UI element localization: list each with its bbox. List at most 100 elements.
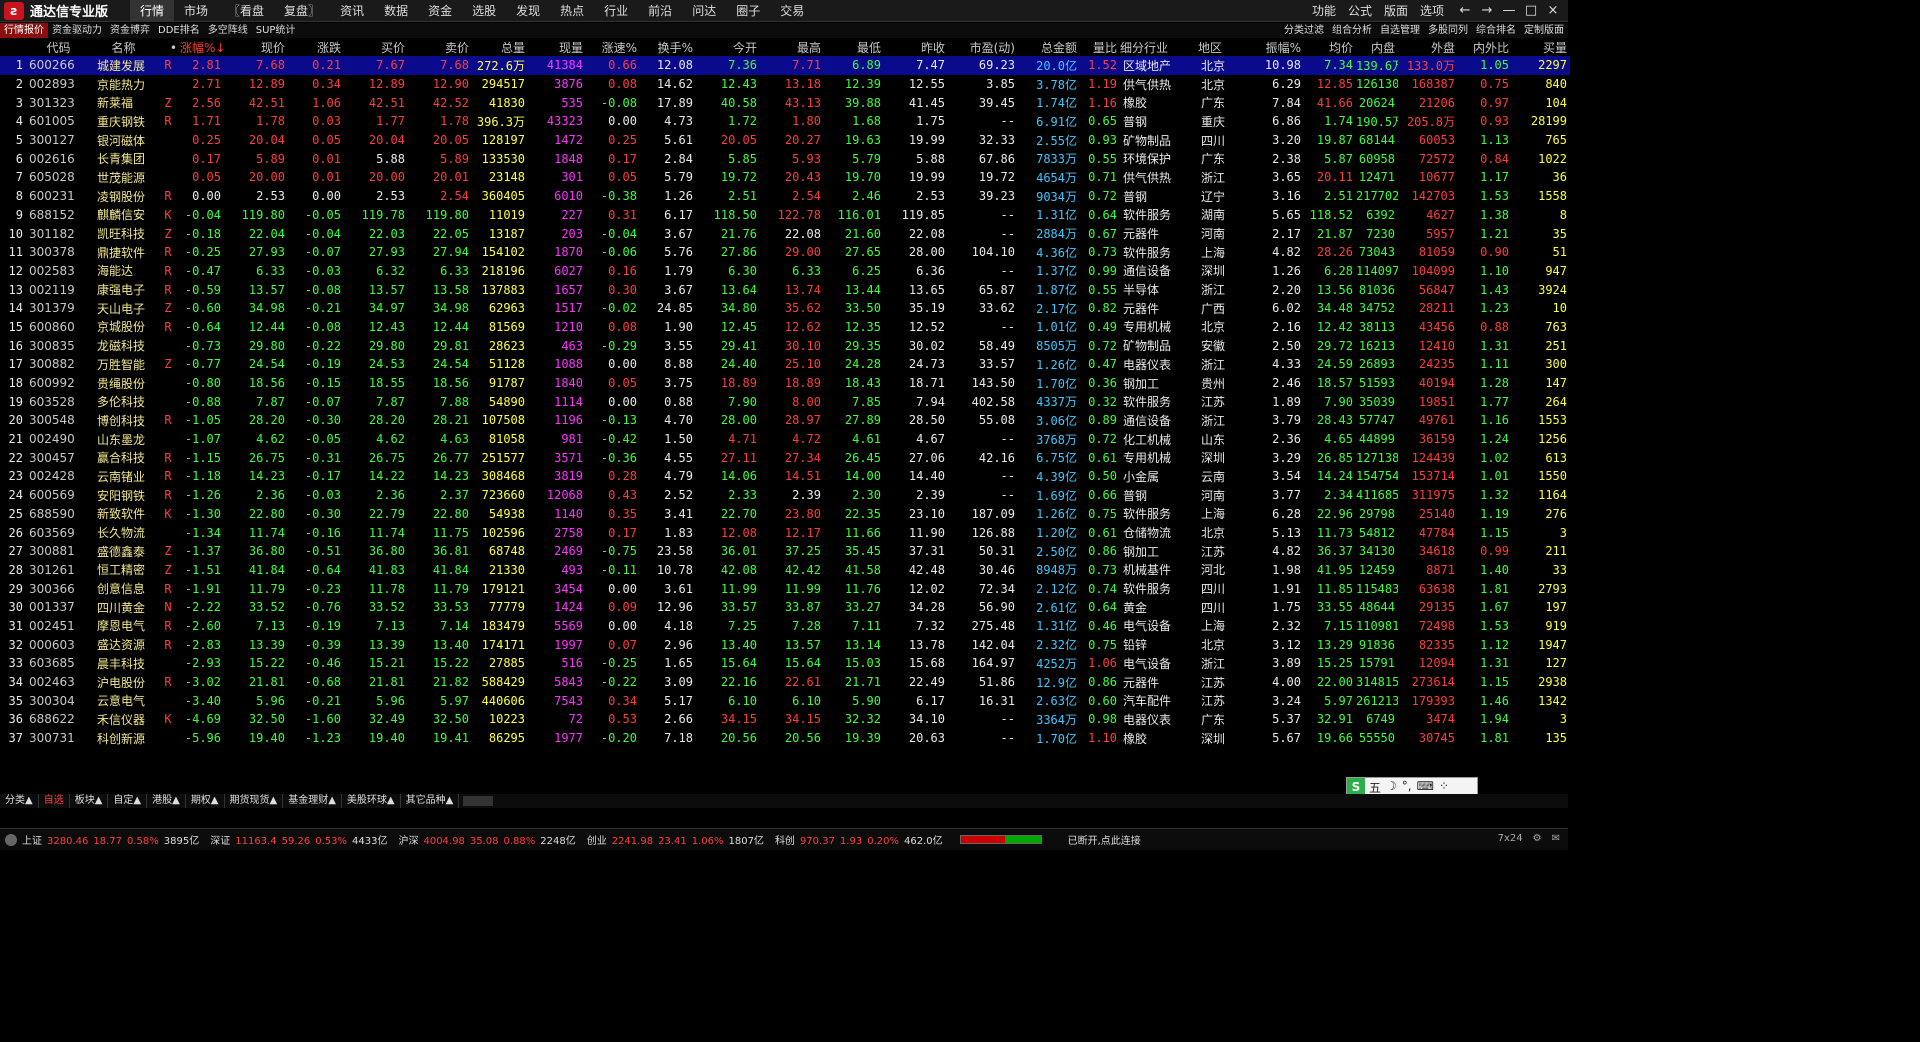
column-header[interactable]: 换手% [640,39,696,56]
menu-item-14[interactable]: 交易 [770,0,814,22]
column-header[interactable]: 涨速% [586,39,640,56]
column-header[interactable]: 买价 [344,39,408,56]
tab-1[interactable]: 资金驱动力 [48,23,106,38]
tab-right-3[interactable]: 多股同列 [1424,23,1472,38]
column-header[interactable]: 买量 [1512,39,1570,56]
back-icon[interactable]: ← [1454,0,1476,22]
menu-item-6[interactable]: 资金 [418,0,462,22]
tab-3[interactable]: DDE排名 [154,23,204,38]
table-row[interactable]: 22 300457 赢合科技 R -1.15 26.75 -0.31 26.75 26.77 25… [0,448,1570,467]
bottom-tab-3[interactable]: 自定▲ [108,794,148,808]
table-row[interactable]: 8 600231 凌钢股份 R 0.00 2.53 0.00 2.53 2.54 360405 60… [0,187,1570,206]
index-summary[interactable]: 创业 2241.98 23.41 1.06% 1807亿 [587,832,769,847]
tab-2[interactable]: 资金博弈 [106,23,154,38]
ime-mode-icon[interactable]: 五 [1369,779,1381,796]
moon-icon[interactable]: ☽ [1386,779,1397,796]
table-row[interactable]: 6 002616 长青集团 0.17 5.89 0.01 5.88 5.89 133530 184… [0,149,1570,168]
menu-item-10[interactable]: 行业 [594,0,638,22]
grid-icon[interactable]: ⁘ [1439,779,1449,796]
maximize-icon[interactable]: □ [1520,0,1542,22]
keyboard-icon[interactable]: ⌨ [1417,779,1434,796]
tab-right-4[interactable]: 综合排名 [1472,23,1520,38]
tab-right-5[interactable]: 定制版面 [1520,23,1568,38]
column-header[interactable] [0,39,26,56]
column-header[interactable]: 代码 [26,39,94,56]
tab-4[interactable]: 多空阵线 [204,23,252,38]
index-summary[interactable]: 上证 3280.46 18.77 0.58% 3895亿 [22,832,204,847]
bottom-tab-2[interactable]: 板块▲ [70,794,109,808]
column-header[interactable]: 振幅% [1248,39,1304,56]
tab-right-1[interactable]: 组合分析 [1328,23,1376,38]
column-header[interactable]: 内外比 [1458,39,1512,56]
menu-item-7[interactable]: 选股 [462,0,506,22]
table-row[interactable]: 27 300881 盛德鑫泰 Z -1.37 36.80 -0.51 36.80 36.81 68… [0,542,1570,561]
table-row[interactable]: 17 300882 万胜智能 Z -0.77 24.54 -0.19 24.53 24.54 51… [0,355,1570,374]
menu-item-4[interactable]: 资讯 [330,0,374,22]
menu-item-2[interactable]: 〖看盘 [218,0,274,22]
table-row[interactable]: 15 600860 京城股份 R -0.64 12.44 -0.08 12.43 12.44 81… [0,318,1570,337]
table-row[interactable]: 19 603528 多伦科技 -0.88 7.87 -0.07 7.87 7.88 54890 1… [0,392,1570,411]
table-row[interactable]: 24 600569 安阳钢铁 R -1.26 2.36 -0.03 2.36 2.37 72366… [0,486,1570,505]
right-menu-item-1[interactable]: 公式 [1342,0,1378,22]
bottom-tab-5[interactable]: 期权▲ [186,794,225,808]
table-row[interactable]: 3 301323 新莱福 Z 2.56 42.51 1.06 42.51 42.52 41830 5… [0,93,1570,112]
minimize-icon[interactable]: — [1498,0,1520,22]
table-row[interactable]: 20 300548 博创科技 R -1.05 28.20 -0.30 28.20 28.21 10… [0,411,1570,430]
menu-circle-icon[interactable] [5,833,17,846]
column-header[interactable]: 涨幅%↓ [180,39,224,56]
index-summary[interactable]: 深证 11163.4 59.26 0.53% 4433亿 [210,832,392,847]
column-header[interactable]: 量比 [1080,39,1120,56]
menu-item-11[interactable]: 前沿 [638,0,682,22]
table-row[interactable]: 28 301261 恒工精密 Z -1.51 41.84 -0.64 41.83 41.84 21… [0,561,1570,580]
bottom-tab-7[interactable]: 基金理财▲ [283,794,342,808]
forward-icon[interactable]: → [1476,0,1498,22]
column-header[interactable]: 内盘 [1356,39,1398,56]
bottom-tab-8[interactable]: 美股环球▲ [342,794,401,808]
table-row[interactable]: 7 605028 世茂能源 0.05 20.00 0.01 20.00 20.01 23148 3… [0,168,1570,187]
table-row[interactable]: 25 688590 新致软件 K -1.30 22.80 -0.30 22.79 22.80 54… [0,505,1570,524]
right-menu-item-2[interactable]: 版面 [1378,0,1414,22]
table-row[interactable]: 16 300835 龙磁科技 -0.73 29.80 -0.22 29.80 29.81 286… [0,336,1570,355]
column-header[interactable]: 最高 [760,39,824,56]
table-row[interactable]: 35 300304 云意电气 -3.40 5.96 -0.21 5.96 5.97 440606… [0,691,1570,710]
close-icon[interactable]: × [1542,0,1564,22]
menu-item-12[interactable]: 问达 [682,0,726,22]
menu-item-5[interactable]: 数据 [374,0,418,22]
column-header[interactable]: 现量 [528,39,586,56]
settings-icon[interactable]: ⚙ [1533,833,1542,844]
column-header[interactable]: 细分行业 [1120,39,1198,56]
column-header[interactable]: 名称 [94,39,156,56]
column-header[interactable]: 总金额 [1018,39,1080,56]
table-row[interactable]: 10 301182 凯旺科技 Z -0.18 22.04 -0.04 22.03 22.05 13… [0,224,1570,243]
menu-item-1[interactable]: 市场 [174,0,218,22]
menu-item-8[interactable]: 发现 [506,0,550,22]
table-row[interactable]: 32 000603 盛达资源 R -2.83 13.39 -0.39 13.39 13.40 17… [0,635,1570,654]
tab-0[interactable]: 行情报价 [0,23,48,38]
column-header[interactable]: 最低 [824,39,884,56]
column-header[interactable]: 今开 [696,39,760,56]
punctuation-icon[interactable]: °, [1402,779,1412,796]
column-header[interactable]: 地区 [1198,39,1248,56]
index-summary[interactable]: 科创 970.37 1.93 0.20% 462.0亿 [775,832,948,847]
column-header[interactable]: 外盘 [1398,39,1458,56]
bottom-tab-9[interactable]: 其它品种▲ [401,794,460,808]
bottom-tab-1[interactable]: 自选 [39,794,70,808]
menu-item-13[interactable]: 圈子 [726,0,770,22]
table-row[interactable]: 31 002451 摩恩电气 R -2.60 7.13 -0.19 7.13 7.14 18347… [0,617,1570,636]
table-row[interactable]: 4 601005 重庆钢铁 R 1.71 1.78 0.03 1.77 1.78 396.3万 43… [0,112,1570,131]
tab-right-0[interactable]: 分类过滤 [1280,23,1328,38]
table-row[interactable]: 13 002119 康强电子 R -0.59 13.57 -0.08 13.57 13.58 13… [0,280,1570,299]
right-menu-item-0[interactable]: 功能 [1306,0,1342,22]
table-row[interactable]: 9 688152 麒麟信安 K -0.04 119.80 -0.05 119.78 119.80… [0,206,1570,225]
column-header[interactable]: 卖价 [408,39,472,56]
column-header[interactable]: 现价 [224,39,288,56]
table-row[interactable]: 34 002463 沪电股份 R -3.02 21.81 -0.68 21.81 21.82 58… [0,673,1570,692]
column-header[interactable]: 市盈(动) [948,39,1018,56]
chat-icon[interactable]: ✉ [1552,833,1560,844]
column-header[interactable]: 总量 [472,39,528,56]
table-row[interactable]: 29 300366 创意信息 R -1.91 11.79 -0.23 11.78 11.79 17… [0,579,1570,598]
column-header[interactable]: • [156,39,180,56]
bottom-tab-0[interactable]: 分类▲ [0,794,39,808]
table-row[interactable]: 18 600992 贵绳股份 -0.80 18.56 -0.15 18.55 18.56 917… [0,374,1570,393]
table-row[interactable]: 21 002490 山东墨龙 -1.07 4.62 -0.05 4.62 4.63 81058 9… [0,430,1570,449]
